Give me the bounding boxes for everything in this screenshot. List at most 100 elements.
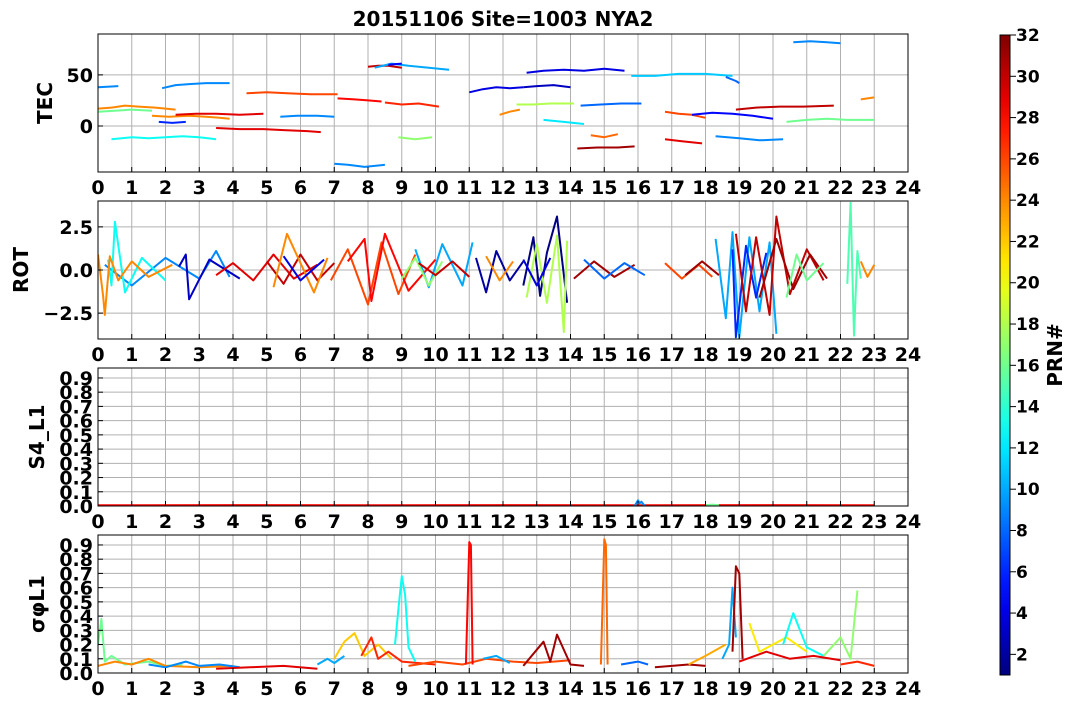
colorbar-tick-label: 20 (1016, 274, 1040, 294)
x-tick-label: 6 (294, 344, 307, 366)
x-tick-label: 3 (193, 511, 206, 533)
x-tick-label: 12 (490, 177, 516, 199)
series-line-prn-29 (175, 112, 264, 116)
x-tick-label: 11 (456, 678, 482, 700)
series-line-prn-16 (705, 503, 720, 506)
x-tick-label: 1 (125, 344, 138, 366)
x-tick-label: 23 (861, 344, 887, 366)
series-line-prn-5 (388, 62, 402, 66)
x-tick-label: 13 (524, 511, 550, 533)
x-tick-label: 17 (659, 678, 685, 700)
x-tick-label: 16 (625, 177, 651, 199)
x-tick-label: 24 (895, 344, 921, 366)
x-tick-label: 4 (226, 678, 239, 700)
x-tick-label: 4 (226, 344, 239, 366)
y-tick-label: 0.9 (59, 535, 93, 557)
x-tick-label: 23 (861, 678, 887, 700)
x-tick-label: 8 (361, 344, 374, 366)
panel-tec: 0 1 2 3 4 5 6 7 8 9 10 11 12 13 14 15 16 17 18 19 20 21 22 23 24… (33, 33, 921, 199)
colorbar-tick-label: 8 (1016, 521, 1028, 541)
series-line-prn-18 (516, 102, 574, 106)
y-tick-label: 0.0 (59, 260, 93, 282)
x-tick-label: 9 (395, 344, 408, 366)
x-tick-label: 7 (328, 678, 341, 700)
y-tick-label: 0 (80, 116, 93, 138)
x-tick-label: 19 (726, 511, 752, 533)
x-tick-label: 8 (361, 678, 374, 700)
x-tick-label: 15 (591, 177, 617, 199)
x-tick-label: 23 (861, 511, 887, 533)
x-tick-label: 13 (524, 344, 550, 366)
y-axis-label-sigphi: σφL1 (25, 575, 49, 633)
series-line-prn-6 (158, 120, 186, 124)
x-tick-label: 18 (692, 344, 718, 366)
x-tick-label: 9 (395, 511, 408, 533)
colorbar-gradient (999, 34, 1011, 676)
series-line-prn-9 (280, 114, 335, 118)
x-tick-label: 21 (794, 678, 820, 700)
colorbar-tick-label: 10 (1016, 480, 1040, 500)
x-tick-label: 16 (625, 344, 651, 366)
y-axis-label-rot: ROT (9, 247, 33, 293)
x-tick-label: 11 (456, 344, 482, 366)
x-tick-label: 6 (294, 511, 307, 533)
x-tick-label: 17 (659, 344, 685, 366)
x-tick-label: 8 (361, 177, 374, 199)
x-tick-label: 11 (456, 177, 482, 199)
x-tick-label: 4 (226, 177, 239, 199)
x-tick-label: 4 (226, 511, 239, 533)
x-tick-label: 3 (193, 177, 206, 199)
x-tick-label: 22 (827, 344, 853, 366)
colorbar-tick-label: 28 (1016, 109, 1040, 129)
panel-rot: 0 1 2 3 4 5 6 7 8 9 10 11 12 13 14 15 16 17 18 19 20 21 22 23 24… (9, 200, 921, 366)
x-tick-label: 10 (422, 344, 448, 366)
x-tick-label: 2 (159, 344, 172, 366)
x-tick-label: 13 (524, 678, 550, 700)
x-tick-label: 2 (159, 511, 172, 533)
y-tick-label: 50 (67, 65, 93, 87)
colorbar-tick-label: 22 (1016, 232, 1040, 252)
colorbar-tick-label: 32 (1016, 26, 1040, 46)
x-tick-label: 5 (260, 344, 273, 366)
x-tick-label: 7 (328, 511, 341, 533)
x-tick-label: 15 (591, 678, 617, 700)
x-tick-label: 19 (726, 344, 752, 366)
x-tick-label: 10 (422, 511, 448, 533)
colorbar-tick-label: 4 (1016, 604, 1028, 624)
panels: 0 1 2 3 4 5 6 7 8 9 10 11 12 13 14 15 16 17 18 19 20 21 22 23 24… (9, 33, 921, 700)
x-tick-label: 0 (91, 177, 104, 199)
x-tick-label: 17 (659, 511, 685, 533)
y-axis-label-s4: S4_L1 (25, 405, 49, 470)
colorbar-tick-label: 24 (1016, 191, 1040, 211)
x-tick-label: 10 (422, 177, 448, 199)
x-tick-label: 12 (490, 678, 516, 700)
x-tick-label: 1 (125, 177, 138, 199)
x-tick-label: 22 (827, 678, 853, 700)
x-tick-label: 17 (659, 177, 685, 199)
x-tick-label: 9 (395, 678, 408, 700)
x-tick-label: 7 (328, 344, 341, 366)
x-tick-label: 0 (91, 344, 104, 366)
x-tick-label: 20 (760, 177, 786, 199)
x-tick-label: 24 (895, 177, 921, 199)
x-tick-label: 21 (794, 344, 820, 366)
x-tick-label: 19 (726, 678, 752, 700)
x-tick-label: 22 (827, 177, 853, 199)
colorbar-tick-label: 14 (1016, 398, 1040, 418)
x-tick-label: 5 (260, 678, 273, 700)
x-tick-label: 1 (125, 511, 138, 533)
x-tick-label: 14 (557, 177, 583, 199)
x-tick-label: 0 (91, 511, 104, 533)
x-tick-label: 18 (692, 511, 718, 533)
panel-sigphi: 0 1 2 3 4 5 6 7 8 9 10 11 12 13 14 15 16 17 18 19 20 21 22 23 24… (25, 534, 921, 700)
x-tick-label: 1 (125, 678, 138, 700)
figure: 20151106 Site=1003 NYA2 0 1 2 3 4 5 6 7 8 9 10 11 12… (9, 7, 1067, 700)
x-tick-label: 24 (895, 511, 921, 533)
y-tick-label: 2.5 (59, 217, 93, 239)
x-tick-label: 12 (490, 344, 516, 366)
colorbar-tick-label: 12 (1016, 439, 1040, 459)
x-tick-label: 2 (159, 678, 172, 700)
x-tick-label: 20 (760, 511, 786, 533)
x-tick-label: 6 (294, 678, 307, 700)
y-tick-label: −2.5 (43, 303, 93, 325)
